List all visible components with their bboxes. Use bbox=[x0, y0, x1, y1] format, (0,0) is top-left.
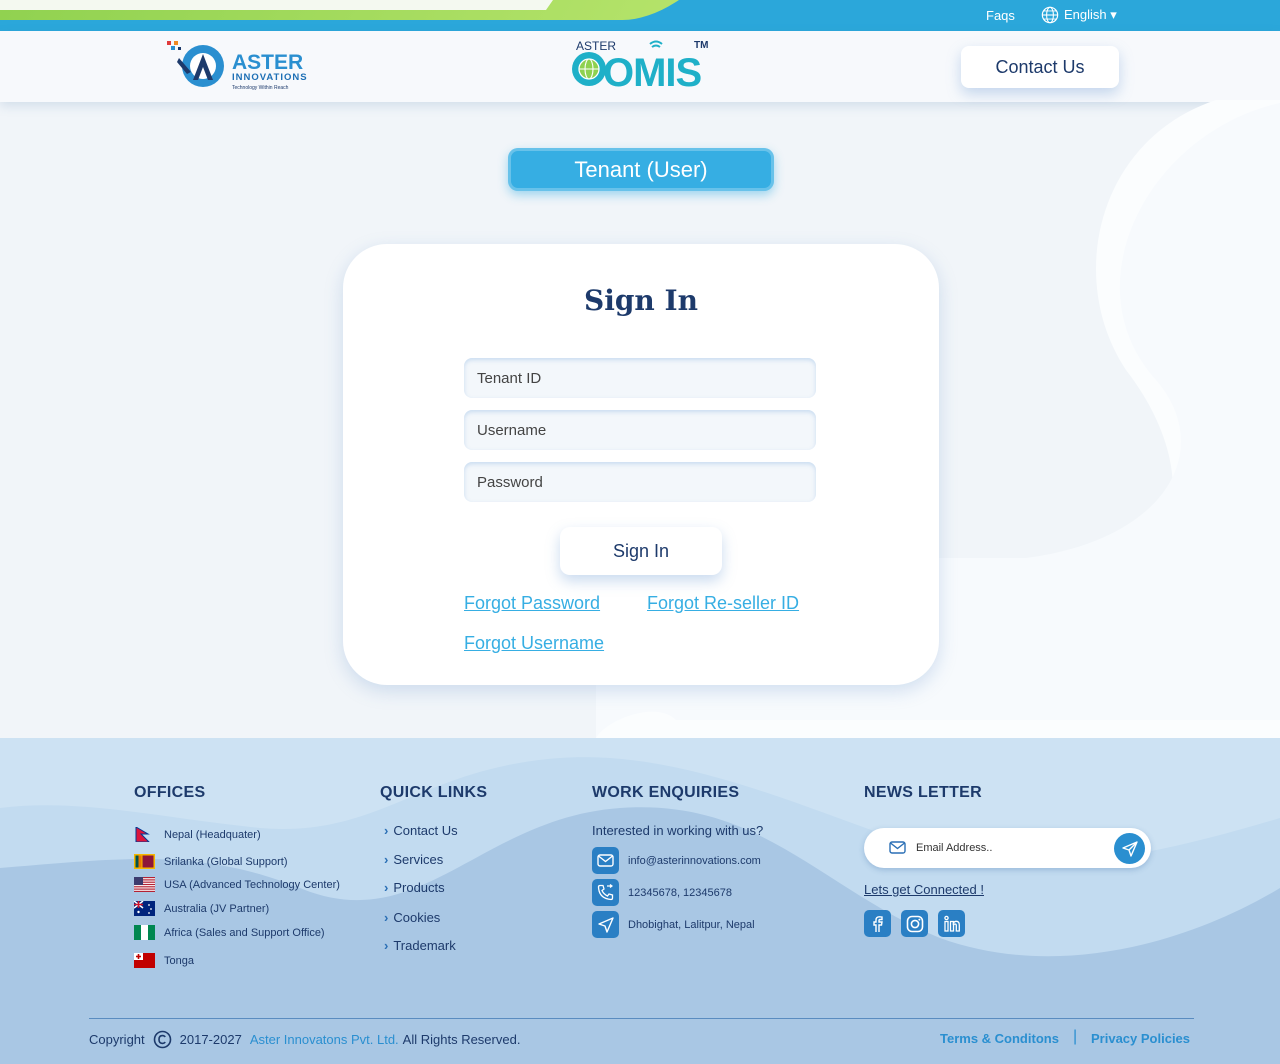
aster-logo-sub: INNOVATIONS bbox=[232, 72, 308, 83]
aster-omis-logo[interactable]: ASTER TM OMIS bbox=[570, 37, 710, 95]
signin-card: Sign In Sign In Forgot Password Forgot R… bbox=[343, 244, 939, 685]
instagram-icon[interactable] bbox=[901, 910, 928, 937]
offices-heading: OFFICES bbox=[134, 784, 206, 801]
aster-logo-tagline: Technology Within Reach bbox=[232, 85, 289, 91]
quick-links-heading: QUICK LINKS bbox=[380, 784, 488, 801]
lets-get-connected-link[interactable]: Lets get Connected ! bbox=[864, 882, 984, 897]
company-link[interactable]: Aster Innovatons Pvt. Ltd. bbox=[250, 1032, 399, 1047]
copyright-icon bbox=[153, 1030, 171, 1049]
language-label: English ▾ bbox=[1064, 7, 1117, 22]
nepal-flag-icon bbox=[135, 827, 150, 842]
aster-innovations-logo[interactable]: ASTER INNOVATIONS Technology Within Reac… bbox=[165, 40, 315, 92]
facebook-icon[interactable] bbox=[864, 910, 891, 937]
footer: OFFICES Nepal (Headquater) Srilanka (Glo… bbox=[0, 738, 1280, 1064]
tenant-id-input[interactable] bbox=[464, 358, 816, 398]
contact-us-button[interactable]: Contact Us bbox=[961, 46, 1119, 88]
africa-flag-icon bbox=[134, 925, 155, 940]
office-item-usa: USA (Advanced Technology Center) bbox=[134, 877, 340, 892]
newsletter-form bbox=[864, 828, 1151, 868]
forgot-reseller-id-link[interactable]: Forgot Re-seller ID bbox=[647, 593, 799, 614]
quick-link-contact-us[interactable]: › Contact Us bbox=[384, 823, 458, 838]
faqs-link[interactable]: Faqs bbox=[986, 8, 1015, 23]
privacy-link[interactable]: Privacy Policies bbox=[1091, 1031, 1190, 1046]
office-item-srilanka: Srilanka (Global Support) bbox=[134, 854, 288, 869]
footer-divider bbox=[89, 1018, 1194, 1019]
signin-button[interactable]: Sign In bbox=[560, 527, 722, 575]
chevron-right-icon: › bbox=[384, 823, 389, 838]
office-item-nepal: Nepal (Headquater) bbox=[134, 827, 261, 842]
usa-flag-icon bbox=[134, 877, 155, 892]
globe-icon bbox=[1041, 6, 1059, 24]
omis-logo-word: OMIS bbox=[603, 51, 702, 93]
send-icon[interactable] bbox=[1114, 833, 1145, 864]
linkedin-icon[interactable] bbox=[938, 910, 965, 937]
forgot-password-link[interactable]: Forgot Password bbox=[464, 593, 600, 614]
chevron-right-icon: › bbox=[384, 938, 389, 953]
quick-link-services[interactable]: › Services bbox=[384, 852, 443, 867]
mail-icon bbox=[889, 841, 906, 854]
office-item-africa: Africa (Sales and Support Office) bbox=[134, 925, 325, 940]
tonga-flag-icon bbox=[134, 953, 155, 968]
srilanka-flag-icon bbox=[134, 854, 155, 869]
work-address: Dhobighat, Lalitpur, Nepal bbox=[592, 911, 755, 938]
phone-icon bbox=[592, 879, 619, 906]
office-item-australia: Australia (JV Partner) bbox=[134, 901, 269, 916]
copyright-line: Copyright 2017-2027 Aster Innovatons Pvt… bbox=[89, 1030, 521, 1049]
newsletter-heading: NEWS LETTER bbox=[864, 784, 982, 801]
work-email[interactable]: info@asterinnovations.com bbox=[592, 847, 761, 874]
svg-text:TM: TM bbox=[694, 40, 708, 51]
location-arrow-icon bbox=[592, 911, 619, 938]
aster-logo-word: ASTER bbox=[232, 51, 303, 74]
footer-link-separator: | bbox=[1073, 1028, 1078, 1045]
terms-link[interactable]: Terms & Conditons bbox=[940, 1031, 1059, 1046]
work-enquiries-heading: WORK ENQUIRIES bbox=[592, 784, 740, 801]
username-input[interactable] bbox=[464, 410, 816, 450]
quick-link-trademark[interactable]: › Trademark bbox=[384, 938, 456, 953]
australia-flag-icon bbox=[134, 901, 155, 916]
chevron-right-icon: › bbox=[384, 880, 389, 895]
quick-link-cookies[interactable]: › Cookies bbox=[384, 910, 440, 925]
tenant-user-badge[interactable]: Tenant (User) bbox=[508, 148, 774, 191]
signin-title: Sign In bbox=[584, 284, 698, 317]
work-phone[interactable]: 12345678, 12345678 bbox=[592, 879, 732, 906]
language-selector[interactable]: English ▾ bbox=[1041, 6, 1117, 24]
newsletter-email-input[interactable] bbox=[916, 838, 1096, 858]
top-accent-highlight bbox=[0, 0, 575, 10]
chevron-right-icon: › bbox=[384, 852, 389, 867]
chevron-right-icon: › bbox=[384, 910, 389, 925]
work-question: Interested in working with us? bbox=[592, 823, 764, 838]
header: ASTER INNOVATIONS Technology Within Reac… bbox=[0, 31, 1280, 102]
quick-link-products[interactable]: › Products bbox=[384, 880, 445, 895]
mail-icon bbox=[592, 847, 619, 874]
forgot-username-link[interactable]: Forgot Username bbox=[464, 633, 604, 654]
office-item-tonga: Tonga bbox=[134, 953, 194, 968]
password-input[interactable] bbox=[464, 462, 816, 502]
top-bar: Faqs English ▾ bbox=[0, 0, 1280, 31]
